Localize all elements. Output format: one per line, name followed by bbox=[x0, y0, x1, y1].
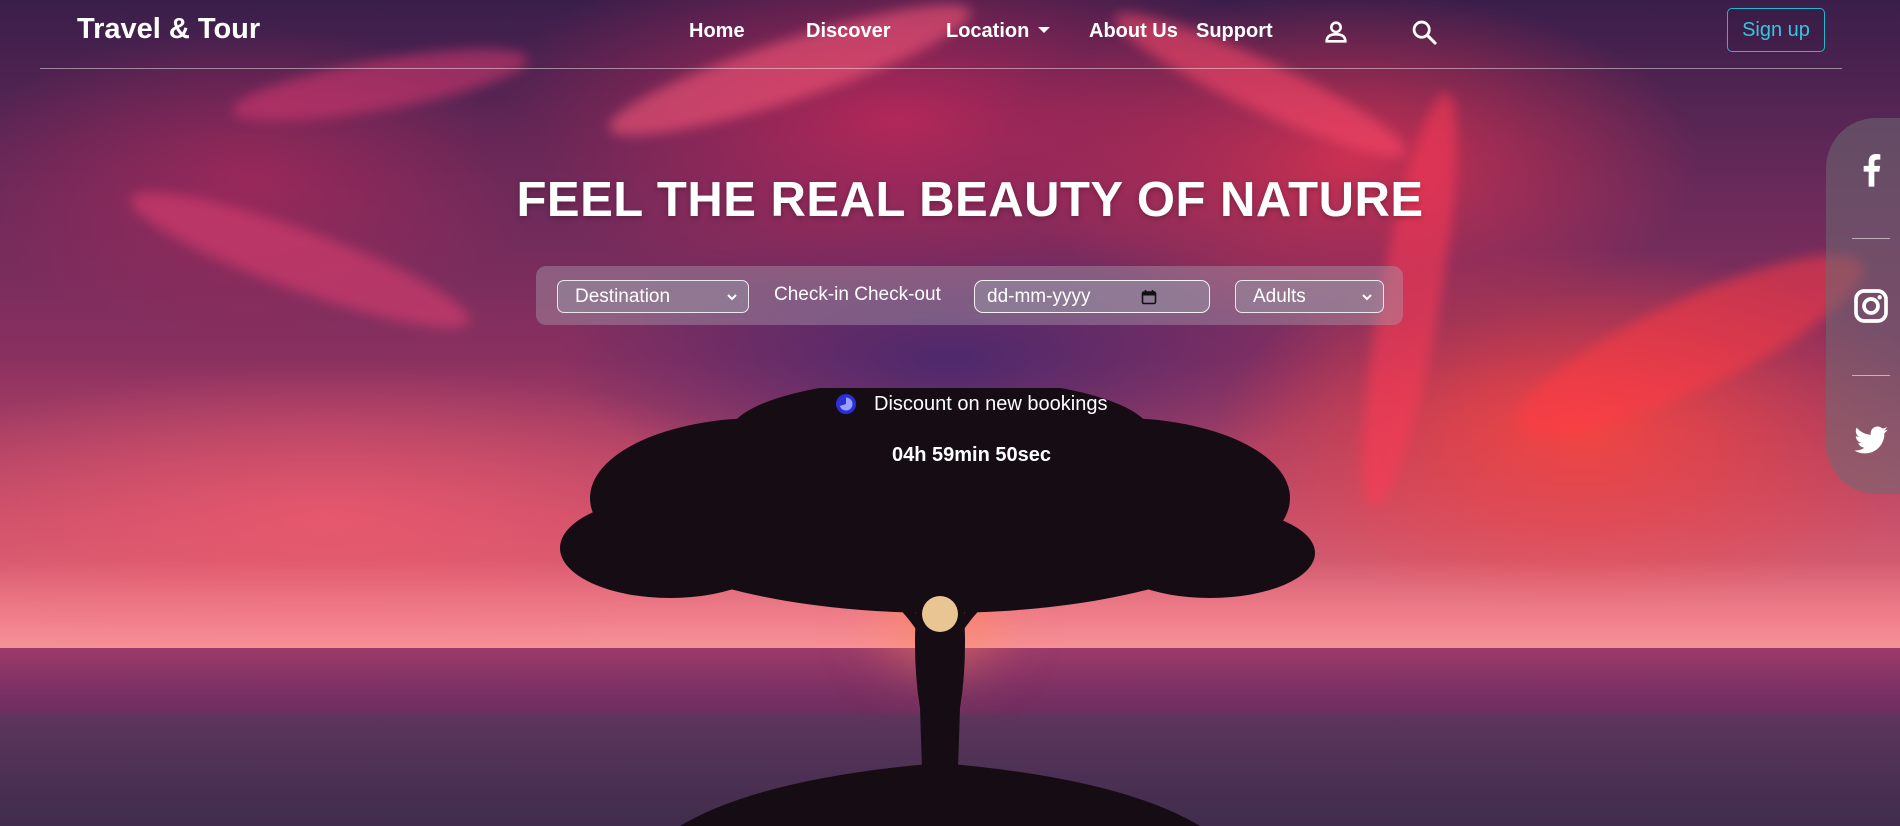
nav-support[interactable]: Support bbox=[1196, 20, 1273, 43]
twitter-icon[interactable] bbox=[1851, 420, 1891, 460]
checkin-checkout-label: Check-in Check-out bbox=[774, 284, 941, 305]
social-divider bbox=[1852, 375, 1890, 376]
nav-about[interactable]: About Us bbox=[1089, 20, 1178, 43]
social-divider bbox=[1852, 238, 1890, 239]
search-icon[interactable] bbox=[1410, 18, 1438, 46]
chevron-down-icon bbox=[727, 294, 737, 301]
navbar: Travel & Tour Home Discover Location Abo… bbox=[40, 0, 1842, 69]
social-panel bbox=[1826, 118, 1900, 494]
facebook-icon[interactable] bbox=[1851, 150, 1891, 190]
adults-value: Adults bbox=[1253, 286, 1306, 307]
instagram-icon[interactable] bbox=[1851, 286, 1891, 326]
chevron-down-icon bbox=[1362, 294, 1372, 301]
discount-banner: Discount on new bookings bbox=[834, 392, 1107, 416]
signup-button[interactable]: Sign up bbox=[1727, 8, 1825, 52]
nav-location-label: Location bbox=[946, 20, 1030, 42]
destination-value: Destination bbox=[575, 286, 671, 307]
nav-discover[interactable]: Discover bbox=[806, 20, 891, 43]
discount-text: Discount on new bookings bbox=[874, 392, 1108, 415]
date-input[interactable]: dd-mm-yyyy bbox=[974, 280, 1210, 313]
calendar-icon[interactable] bbox=[1141, 289, 1157, 305]
booking-search-bar: Destination Check-in Check-out dd-mm-yyy… bbox=[536, 266, 1403, 325]
nav-location[interactable]: Location bbox=[946, 20, 1051, 43]
date-placeholder: dd-mm-yyyy bbox=[987, 286, 1091, 307]
brand-logo[interactable]: Travel & Tour bbox=[77, 13, 260, 46]
user-icon[interactable] bbox=[1322, 18, 1350, 46]
adults-select[interactable]: Adults bbox=[1235, 280, 1384, 313]
nav-home[interactable]: Home bbox=[689, 20, 745, 43]
destination-select[interactable]: Destination bbox=[557, 280, 749, 313]
caret-down-icon bbox=[1038, 27, 1051, 33]
clock-icon bbox=[836, 394, 856, 414]
hero-title: FEEL THE REAL BEAUTY OF NATURE bbox=[516, 173, 1424, 227]
countdown-timer: 04h 59min 50sec bbox=[892, 444, 1051, 466]
